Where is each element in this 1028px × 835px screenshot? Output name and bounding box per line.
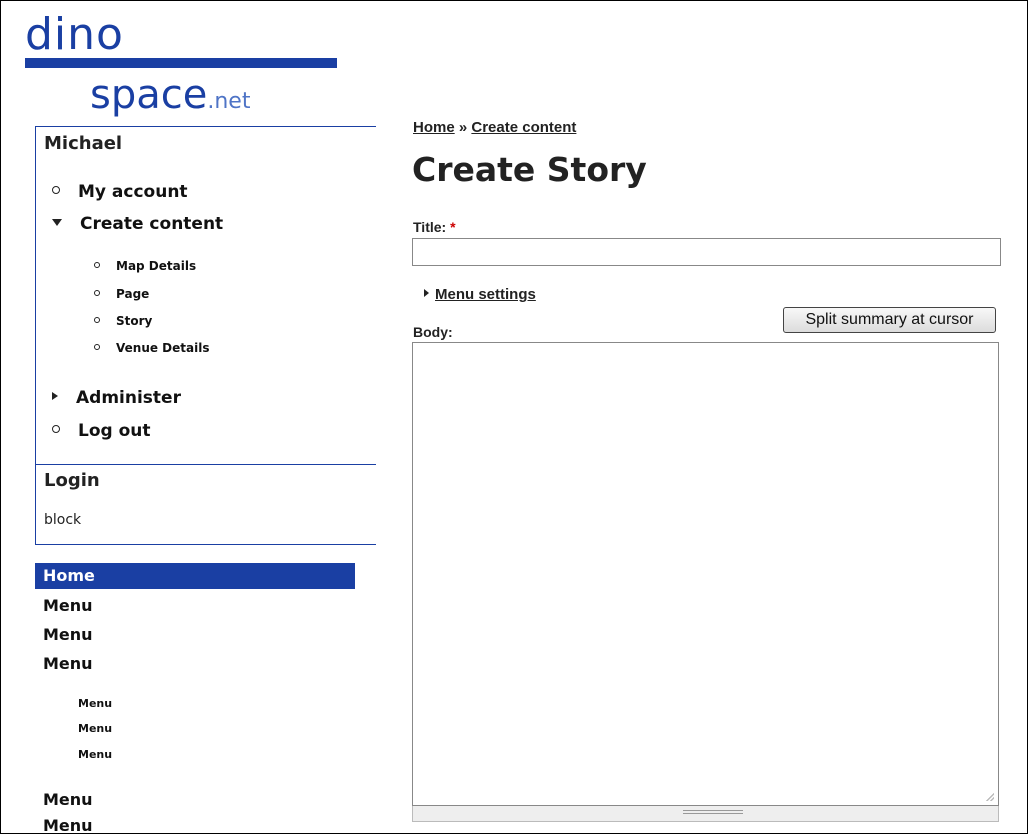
user-block-title: Michael [44,133,123,154]
menu-item[interactable]: Menu [43,654,93,673]
site-logo-dino[interactable]: dino [25,10,124,60]
site-logo-space[interactable]: space.net [90,72,250,125]
title-field-label: Title: * [413,219,456,235]
grip-handle-icon [683,810,743,816]
nav-administer[interactable]: Administer [52,388,181,408]
logo-bar [25,58,337,68]
body-textarea[interactable] [412,342,999,806]
breadcrumb-separator: » [454,119,472,136]
menu-item[interactable]: Menu [43,596,93,615]
nav-log-out[interactable]: Log out [52,421,151,441]
login-block: Login block [35,464,376,545]
nav-venue-details[interactable]: Venue Details [94,341,209,355]
bullet-icon [94,289,100,296]
nav-my-account-label: My account [78,182,188,202]
bullet-icon [52,186,60,194]
menu-item[interactable]: Menu [43,625,93,644]
nav-story-label: Story [116,314,153,328]
login-block-text: block [44,512,82,528]
menu-item-home[interactable]: Home [35,563,355,589]
nav-log-out-label: Log out [78,421,151,441]
nav-create-content[interactable]: Create content [52,214,223,234]
nav-my-account[interactable]: My account [52,182,188,202]
expanded-arrow-icon [52,218,62,226]
required-marker: * [450,219,456,235]
bullet-icon [94,316,100,323]
body-field-label: Body: [413,324,453,340]
menu-item[interactable]: Menu [43,816,93,835]
menu-item[interactable]: Menu [43,790,93,809]
login-block-title: Login [44,470,100,491]
resize-corner-icon [986,793,994,801]
collapsed-arrow-icon [424,289,429,298]
submenu-item[interactable]: Menu [78,748,112,761]
submenu-item[interactable]: Menu [78,697,112,710]
page-title: Create Story [412,150,647,189]
nav-create-content-label: Create content [80,214,224,234]
split-summary-button[interactable]: Split summary at cursor [783,307,996,333]
submenu-item[interactable]: Menu [78,722,112,735]
title-input[interactable] [412,238,1001,266]
bullet-icon [94,261,100,268]
nav-page[interactable]: Page [94,287,149,301]
collapsed-arrow-icon [52,392,58,400]
textarea-resize-grippie[interactable] [412,806,999,822]
breadcrumb-create-content-link[interactable]: Create content [471,119,576,136]
nav-administer-label: Administer [76,388,181,408]
menu-settings-toggle[interactable]: Menu settings [424,286,536,303]
nav-story[interactable]: Story [94,314,152,328]
user-navigation-block: Michael [35,126,376,465]
nav-page-label: Page [116,287,150,301]
bullet-icon [52,425,60,433]
menu-settings-label: Menu settings [435,286,536,303]
bullet-icon [94,343,100,350]
nav-map-details[interactable]: Map Details [94,259,196,273]
breadcrumb: Home » Create content [413,119,576,136]
title-label-text: Title: [413,219,447,235]
breadcrumb-home-link[interactable]: Home [413,119,455,136]
logo-net-text: .net [207,89,251,114]
logo-space-text: space [90,72,208,118]
nav-map-details-label: Map Details [116,259,197,273]
nav-venue-details-label: Venue Details [116,341,210,355]
